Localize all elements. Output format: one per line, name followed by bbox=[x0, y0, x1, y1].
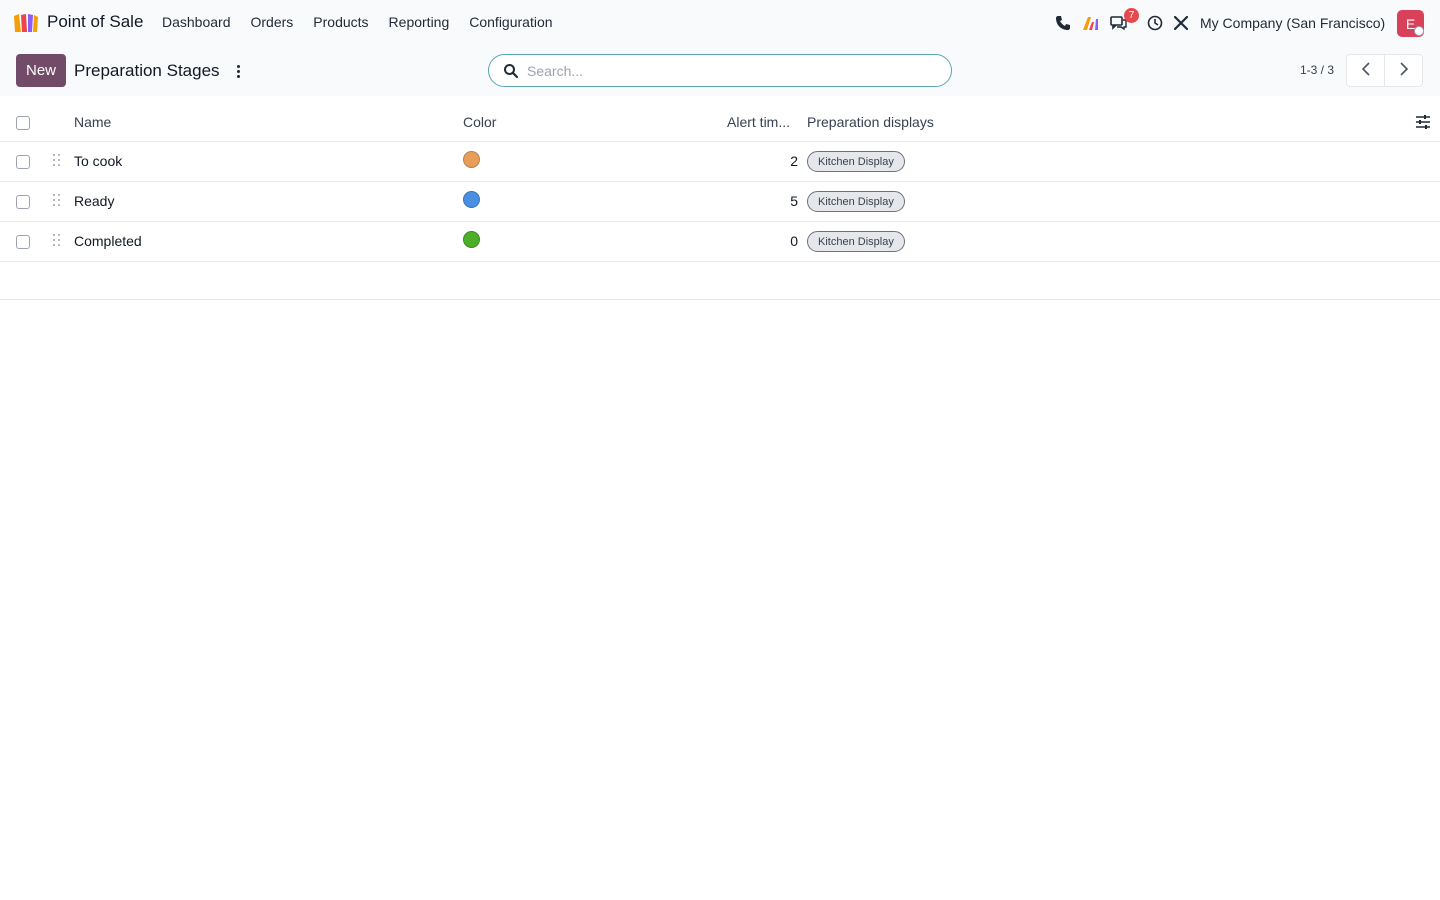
row-checkbox[interactable] bbox=[16, 195, 30, 209]
actions-menu-icon[interactable] bbox=[232, 62, 244, 80]
pager-previous-button[interactable] bbox=[1346, 54, 1385, 87]
menu-products[interactable]: Products bbox=[313, 14, 368, 30]
main-menu: Dashboard Orders Products Reporting Conf… bbox=[162, 14, 573, 30]
menu-reporting[interactable]: Reporting bbox=[389, 14, 450, 30]
pos-app-icon[interactable] bbox=[12, 12, 40, 34]
column-header-color[interactable]: Color bbox=[463, 114, 496, 130]
clock-icon[interactable] bbox=[1146, 14, 1164, 32]
messages-badge: 7 bbox=[1124, 8, 1139, 23]
search-bar[interactable] bbox=[488, 54, 952, 87]
stage-alert-time[interactable]: 5 bbox=[700, 193, 798, 209]
page-title: Preparation Stages bbox=[74, 61, 220, 80]
company-switcher[interactable]: My Company (San Francisco) bbox=[1200, 15, 1385, 31]
pager-value[interactable]: 1-3 / 3 bbox=[1300, 63, 1334, 77]
column-header-alert-time[interactable]: Alert tim... bbox=[727, 114, 790, 130]
list-footer bbox=[0, 262, 1440, 300]
column-header-name[interactable]: Name bbox=[74, 114, 111, 130]
stage-color[interactable] bbox=[463, 231, 480, 248]
control-panel: New Preparation Stages 1-3 / 3 bbox=[0, 46, 1440, 96]
optional-columns-toggle-icon[interactable] bbox=[1415, 115, 1431, 129]
preparation-display-tag: Kitchen Display bbox=[807, 191, 905, 212]
stage-alert-time[interactable]: 2 bbox=[700, 153, 798, 169]
row-checkbox[interactable] bbox=[16, 235, 30, 249]
drag-handle-icon[interactable] bbox=[53, 234, 61, 248]
search-icon bbox=[503, 63, 519, 79]
stage-alert-time[interactable]: 0 bbox=[700, 233, 798, 249]
menu-configuration[interactable]: Configuration bbox=[469, 14, 552, 30]
stage-color[interactable] bbox=[463, 191, 480, 208]
ai-assistant-icon[interactable] bbox=[1082, 14, 1100, 32]
menu-dashboard[interactable]: Dashboard bbox=[162, 14, 231, 30]
stage-name[interactable]: To cook bbox=[74, 153, 122, 169]
stage-name[interactable]: Ready bbox=[74, 193, 114, 209]
main-navbar: Point of Sale Dashboard Orders Products … bbox=[0, 0, 1440, 46]
chevron-right-icon bbox=[1399, 62, 1409, 79]
preparation-display-tag: Kitchen Display bbox=[807, 231, 905, 252]
user-status-indicator bbox=[1414, 26, 1424, 36]
list-header: Name Color Alert tim... Preparation disp… bbox=[0, 102, 1440, 142]
row-checkbox[interactable] bbox=[16, 155, 30, 169]
stage-color[interactable] bbox=[463, 151, 480, 168]
new-button[interactable]: New bbox=[16, 54, 66, 87]
pager-next-button[interactable] bbox=[1384, 54, 1423, 87]
table-row[interactable]: To cook 2 Kitchen Display bbox=[0, 142, 1440, 182]
chevron-left-icon bbox=[1361, 62, 1371, 79]
tools-icon[interactable] bbox=[1172, 14, 1190, 32]
table-row[interactable]: Ready 5 Kitchen Display bbox=[0, 182, 1440, 222]
search-input[interactable] bbox=[527, 61, 927, 81]
preparation-display-tag: Kitchen Display bbox=[807, 151, 905, 172]
select-all-checkbox[interactable] bbox=[16, 116, 30, 130]
table-row[interactable]: Completed 0 Kitchen Display bbox=[0, 222, 1440, 262]
phone-icon[interactable] bbox=[1054, 14, 1072, 32]
menu-orders[interactable]: Orders bbox=[251, 14, 294, 30]
app-name[interactable]: Point of Sale bbox=[47, 12, 143, 32]
stage-name[interactable]: Completed bbox=[74, 233, 142, 249]
column-header-preparation-displays[interactable]: Preparation displays bbox=[807, 114, 934, 130]
drag-handle-icon[interactable] bbox=[53, 154, 61, 168]
drag-handle-icon[interactable] bbox=[53, 194, 61, 208]
